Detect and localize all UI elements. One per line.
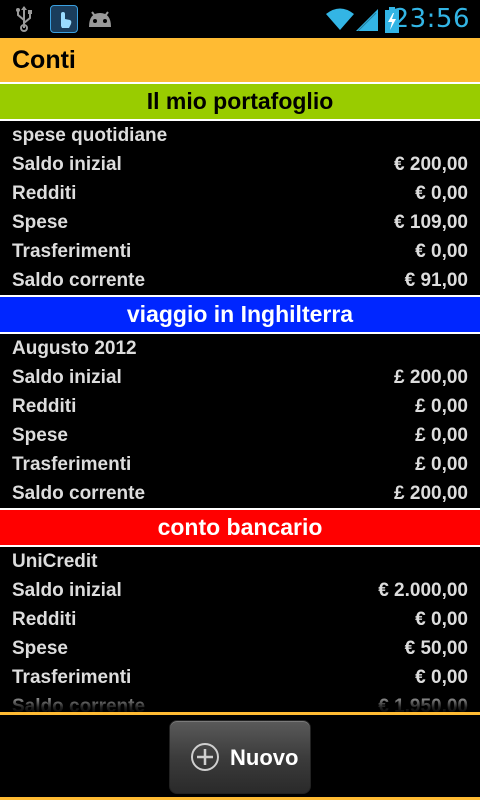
row-value: € 1.950,00	[378, 696, 468, 712]
wifi-icon	[326, 8, 354, 30]
row-label: Saldo inizial	[12, 154, 122, 175]
row-value: € 0,00	[415, 241, 468, 262]
account-row: Trasferimenti € 0,00	[0, 663, 480, 692]
row-value: £ 0,00	[415, 425, 468, 446]
account-header[interactable]: viaggio in Inghilterra	[0, 297, 480, 334]
account-card[interactable]: conto bancario UniCredit Saldo inizial € …	[0, 510, 480, 712]
account-row: Spese € 109,00	[0, 208, 480, 237]
usb-icon	[16, 6, 32, 32]
account-row: Trasferimenti € 0,00	[0, 237, 480, 266]
action-bar: Conti	[0, 38, 480, 84]
signal-icon	[356, 9, 378, 31]
account-row: Spese £ 0,00	[0, 421, 480, 450]
account-row: Saldo corrente € 1.950,00	[0, 692, 480, 712]
row-value: £ 0,00	[415, 454, 468, 475]
row-label: Spese	[12, 638, 68, 659]
new-account-button[interactable]: Nuovo	[169, 720, 311, 794]
row-value: € 0,00	[415, 183, 468, 204]
accounts-list[interactable]: Il mio portafoglio spese quotidiane Sald…	[0, 84, 480, 712]
row-label: Saldo inizial	[12, 367, 122, 388]
row-value: € 2.000,00	[378, 580, 468, 601]
row-label: Saldo inizial	[12, 580, 122, 601]
account-row: Saldo corrente £ 200,00	[0, 479, 480, 508]
row-label: Trasferimenti	[12, 454, 132, 475]
account-header[interactable]: conto bancario	[0, 510, 480, 547]
account-description: Augusto 2012	[12, 338, 137, 359]
row-value: € 109,00	[394, 212, 468, 233]
row-label: Spese	[12, 212, 68, 233]
status-bar: 23:56	[0, 0, 480, 38]
row-value: £ 0,00	[415, 396, 468, 417]
android-icon	[89, 11, 111, 27]
account-row: Redditi £ 0,00	[0, 392, 480, 421]
account-header[interactable]: Il mio portafoglio	[0, 84, 480, 121]
account-description: spese quotidiane	[12, 125, 168, 146]
row-label: Redditi	[12, 609, 77, 630]
row-label: Saldo corrente	[12, 483, 146, 504]
row-value: £ 200,00	[394, 367, 468, 388]
account-row: Redditi € 0,00	[0, 179, 480, 208]
row-label: Spese	[12, 425, 68, 446]
add-circle-icon	[191, 743, 219, 771]
account-description: UniCredit	[12, 551, 98, 572]
row-value: £ 200,00	[394, 483, 468, 504]
new-button-label: Nuovo	[230, 745, 299, 770]
row-label: Saldo corrente	[12, 696, 146, 712]
account-row: Saldo inizial € 2.000,00	[0, 576, 480, 605]
status-clock: 23:56	[392, 4, 470, 34]
page-title: Conti	[12, 46, 76, 74]
row-value: € 50,00	[404, 638, 468, 659]
account-row: Redditi € 0,00	[0, 605, 480, 634]
account-row: Saldo inizial £ 200,00	[0, 363, 480, 392]
account-row: Trasferimenti £ 0,00	[0, 450, 480, 479]
row-value: € 0,00	[415, 667, 468, 688]
account-card[interactable]: Il mio portafoglio spese quotidiane Sald…	[0, 84, 480, 297]
account-row: Spese € 50,00	[0, 634, 480, 663]
touch-icon	[50, 5, 78, 33]
row-label: Redditi	[12, 396, 77, 417]
account-card[interactable]: viaggio in Inghilterra Augusto 2012 Sald…	[0, 297, 480, 510]
row-value: € 200,00	[394, 154, 468, 175]
account-row: Saldo inizial € 200,00	[0, 150, 480, 179]
row-label: Trasferimenti	[12, 241, 132, 262]
row-label: Redditi	[12, 183, 77, 204]
account-row: Saldo corrente € 91,00	[0, 266, 480, 295]
row-value: € 91,00	[404, 270, 468, 291]
row-label: Trasferimenti	[12, 667, 132, 688]
row-label: Saldo corrente	[12, 270, 146, 291]
row-value: € 0,00	[415, 609, 468, 630]
